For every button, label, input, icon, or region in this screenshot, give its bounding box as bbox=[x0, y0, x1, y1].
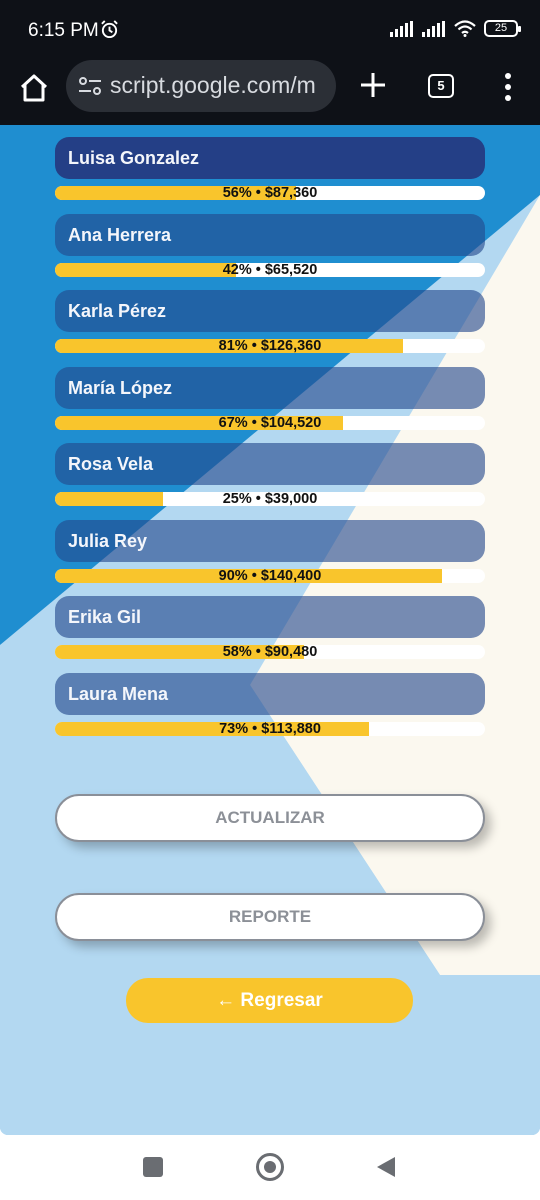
progress-label: 73% • $113,880 bbox=[219, 720, 321, 737]
status-time: 6:15 PM bbox=[28, 20, 99, 41]
wifi-icon bbox=[454, 20, 476, 37]
progress-label: 67% • $104,520 bbox=[218, 414, 322, 431]
signal-icon bbox=[422, 20, 445, 37]
vendor-row: Karla Pérez 81% • $126,360 bbox=[55, 290, 485, 367]
progress-label: 81% • $126,360 bbox=[218, 338, 322, 354]
vendor-name: Laura Mena bbox=[55, 672, 485, 715]
vendor-list: Luisa Gonzalez 56% • $87,360 Ana Herrera 42… bbox=[55, 137, 485, 749]
address-bar[interactable]: script.google.com/m bbox=[66, 60, 336, 112]
actualizar-button[interactable]: ACTUALIZAR bbox=[55, 794, 485, 842]
recents-icon[interactable] bbox=[143, 1157, 163, 1177]
vendor-name: Rosa Vela bbox=[55, 443, 485, 485]
vendor-name: Julia Rey bbox=[55, 519, 485, 562]
progress-label: 25% • $39,000 bbox=[222, 491, 318, 507]
vendor-row: Ana Herrera 42% • $65,520 bbox=[55, 213, 485, 291]
progress-label: 90% • $140,400 bbox=[218, 567, 322, 584]
regresar-button[interactable]: ← Regresar bbox=[126, 978, 413, 1023]
status-icons: 25 bbox=[390, 20, 521, 37]
vendor-name: Ana Herrera bbox=[55, 213, 485, 256]
alarm-icon bbox=[101, 20, 118, 39]
vendor-row: Luisa Gonzalez 56% • $87,360 bbox=[55, 137, 485, 214]
system-nav-bar bbox=[0, 1135, 540, 1200]
browser-toolbar: script.google.com/m 5 bbox=[0, 60, 540, 125]
web-page: Luisa Gonzalez 56% • $87,360 Ana Herrera 42… bbox=[0, 125, 540, 1135]
home-icon[interactable] bbox=[16, 70, 52, 106]
back-icon[interactable] bbox=[376, 1156, 396, 1178]
vendor-name: Karla Pérez bbox=[55, 290, 485, 332]
vendor-name: Luisa Gonzalez bbox=[55, 137, 485, 179]
vendor-name: María López bbox=[55, 366, 485, 409]
progress-label: 56% • $87,360 bbox=[222, 185, 318, 201]
site-settings-icon[interactable] bbox=[78, 75, 102, 97]
vendor-row: Laura Mena 73% • $113,880 bbox=[55, 672, 485, 750]
tab-switcher-button[interactable]: 5 bbox=[428, 74, 454, 98]
vendor-row: Erika Gil 58% • $90,480 bbox=[55, 596, 485, 673]
signal-icon bbox=[390, 20, 413, 37]
new-tab-icon[interactable] bbox=[356, 68, 390, 102]
vendor-name: Erika Gil bbox=[55, 596, 485, 638]
status-bar: 6:15 PM 25 bbox=[0, 0, 540, 60]
progress-label: 58% • $90,480 bbox=[222, 644, 318, 660]
vendor-row: Rosa Vela 25% • $39,000 bbox=[55, 443, 485, 520]
progress-label: 42% • $65,520 bbox=[222, 261, 318, 278]
battery-icon: 25 bbox=[484, 20, 521, 37]
vendor-row: Julia Rey 90% • $140,400 bbox=[55, 519, 485, 597]
url-text: script.google.com/m bbox=[110, 72, 316, 98]
reporte-button[interactable]: REPORTE bbox=[55, 893, 485, 941]
vendor-row: María López 67% • $104,520 bbox=[55, 366, 485, 444]
home-button-icon[interactable] bbox=[256, 1153, 284, 1181]
more-menu-icon[interactable] bbox=[496, 70, 520, 104]
